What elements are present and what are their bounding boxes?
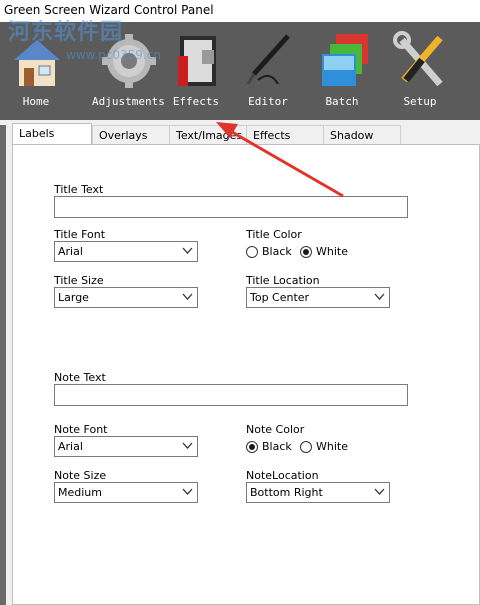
note-location-label: NoteLocation — [246, 469, 319, 482]
tab-effects[interactable]: Effects — [246, 125, 324, 144]
chevron-down-icon — [182, 247, 193, 254]
title-text-input[interactable] — [54, 196, 408, 218]
note-text-label: Note Text — [54, 371, 106, 384]
pen-icon — [246, 34, 290, 85]
effects-icon — [178, 36, 216, 86]
note-color-black-radio[interactable]: Black — [246, 440, 292, 453]
note-color-white-text: White — [316, 440, 348, 453]
title-color-black-radio[interactable]: Black — [246, 245, 292, 258]
toolbar-batch-label: Batch — [325, 95, 359, 108]
note-font-select[interactable]: Arial — [54, 436, 198, 457]
note-location-value: Bottom Right — [250, 486, 323, 499]
title-font-select[interactable]: Arial — [54, 241, 198, 262]
toolbar-adjustments-label: Adjustments — [92, 95, 165, 108]
tab-strip: Labels Overlays Text/Images Effects Shad… — [12, 123, 472, 145]
toolbar-editor-button[interactable]: Editor — [232, 22, 304, 120]
watermark-text: 河东软件园 — [8, 20, 124, 45]
note-font-label: Note Font — [54, 423, 108, 436]
chevron-down-icon — [182, 488, 193, 495]
title-color-white-radio[interactable]: White — [300, 245, 348, 258]
title-size-select[interactable]: Large — [54, 287, 198, 308]
note-size-label: Note Size — [54, 469, 107, 482]
note-text-input[interactable] — [54, 384, 408, 406]
watermark-logo: 河东软件园 — [8, 14, 123, 46]
radio-circle-selected — [246, 440, 258, 453]
toolbar-effects-button[interactable]: Effects — [160, 22, 232, 120]
note-location-select[interactable]: Bottom Right — [246, 482, 390, 503]
watermark-url: www.pc0359.cn — [66, 48, 161, 62]
radio-circle — [300, 440, 312, 453]
title-location-select[interactable]: Top Center — [246, 287, 390, 308]
title-size-label: Title Size — [54, 274, 104, 287]
title-location-value: Top Center — [250, 291, 310, 304]
chevron-down-icon — [374, 488, 385, 495]
toolbar-editor-label: Editor — [248, 95, 288, 108]
tools-icon — [393, 31, 443, 87]
note-color-black-text: Black — [262, 440, 292, 453]
tab-overlays[interactable]: Overlays — [92, 125, 170, 144]
toolbar-setup-label: Setup — [403, 95, 437, 108]
note-color-label: Note Color — [246, 423, 305, 436]
title-color-black-text: Black — [262, 245, 292, 258]
stack-icon — [322, 34, 368, 86]
title-color-white-text: White — [316, 245, 348, 258]
radio-circle — [246, 245, 258, 258]
title-location-label: Title Location — [246, 274, 320, 287]
tab-labels[interactable]: Labels — [12, 123, 92, 145]
tab-shadow[interactable]: Shadow — [323, 125, 401, 144]
left-edge — [0, 125, 6, 605]
toolbar-home-label: Home — [22, 95, 50, 108]
tab-text-images[interactable]: Text/Images — [169, 125, 247, 144]
note-color-white-radio[interactable]: White — [300, 440, 348, 453]
note-size-select[interactable]: Medium — [54, 482, 198, 503]
labels-panel: Title Text Title Font Arial Title Color … — [12, 144, 480, 605]
title-text-label: Title Text — [54, 183, 104, 196]
title-font-value: Arial — [58, 245, 83, 258]
note-size-value: Medium — [58, 486, 102, 499]
title-color-label: Title Color — [246, 228, 302, 241]
toolbar-effects-label: Effects — [172, 95, 220, 108]
note-font-value: Arial — [58, 440, 83, 453]
radio-circle-selected — [300, 245, 312, 258]
chevron-down-icon — [374, 293, 385, 300]
toolbar-setup-button[interactable]: Setup — [384, 22, 456, 120]
chevron-down-icon — [182, 442, 193, 449]
chevron-down-icon — [182, 293, 193, 300]
title-size-value: Large — [58, 291, 89, 304]
toolbar-batch-button[interactable]: Batch — [306, 22, 378, 120]
title-font-label: Title Font — [54, 228, 106, 241]
